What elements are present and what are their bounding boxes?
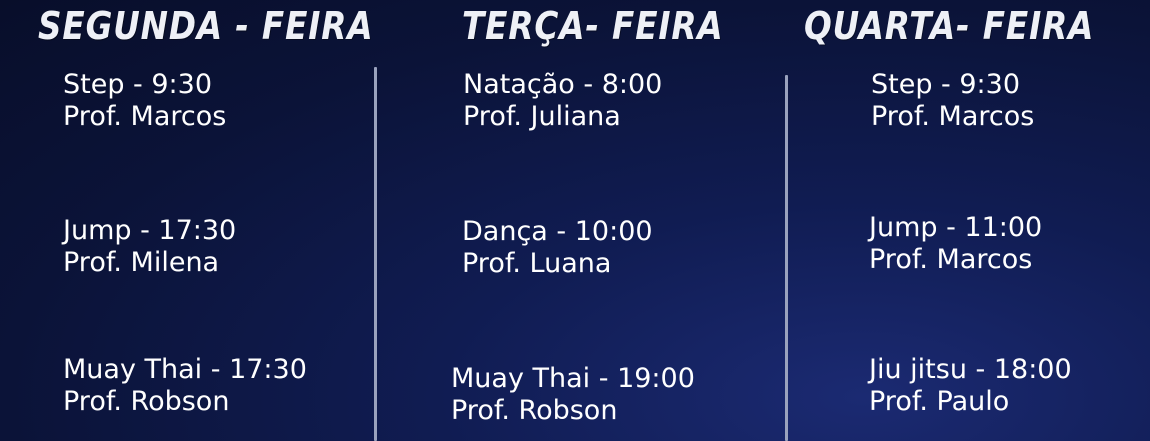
class-activity: Muay Thai - 17:30 [63, 354, 307, 385]
class-activity: Jiu jitsu - 18:00 [869, 354, 1072, 385]
class-entry-terca-1: Natação - 8:00 Prof. Juliana [463, 69, 662, 133]
class-activity: Muay Thai - 19:00 [451, 363, 695, 394]
class-activity: Jump - 17:30 [63, 215, 237, 246]
class-entry-quarta-1: Step - 9:30 Prof. Marcos [871, 69, 1034, 133]
day-title-terca: TERÇA- FEIRA [462, 4, 724, 48]
class-entry-terca-3: Muay Thai - 19:00 Prof. Robson [451, 363, 695, 427]
class-entry-segunda-2: Jump - 17:30 Prof. Milena [63, 215, 236, 279]
column-divider [785, 75, 788, 441]
class-activity: Jump - 11:00 [869, 212, 1043, 243]
class-teacher: Prof. Paulo [869, 386, 1010, 417]
class-activity: Natação - 8:00 [463, 69, 663, 100]
class-teacher: Prof. Milena [63, 247, 220, 278]
class-activity: Step - 9:30 [63, 69, 213, 100]
class-entry-segunda-3: Muay Thai - 17:30 Prof. Robson [63, 354, 307, 418]
class-teacher: Prof. Robson [63, 386, 230, 417]
day-title-quarta: QUARTA- FEIRA [804, 4, 1095, 48]
column-divider [374, 67, 377, 441]
class-entry-quarta-2: Jump - 11:00 Prof. Marcos [869, 212, 1042, 276]
class-activity: Dança - 10:00 [462, 216, 653, 247]
day-title-segunda: SEGUNDA - FEIRA [38, 4, 374, 48]
class-teacher: Prof. Marcos [871, 101, 1035, 132]
class-entry-segunda-1: Step - 9:30 Prof. Marcos [63, 69, 226, 133]
class-teacher: Prof. Robson [451, 395, 618, 426]
class-entry-terca-2: Dança - 10:00 Prof. Luana [462, 216, 653, 280]
class-activity: Step - 9:30 [871, 69, 1021, 100]
class-teacher: Prof. Marcos [63, 101, 227, 132]
class-teacher: Prof. Marcos [869, 244, 1033, 275]
class-teacher: Prof. Luana [462, 248, 612, 279]
class-teacher: Prof. Juliana [463, 101, 621, 132]
class-entry-quarta-3: Jiu jitsu - 18:00 Prof. Paulo [869, 354, 1072, 418]
